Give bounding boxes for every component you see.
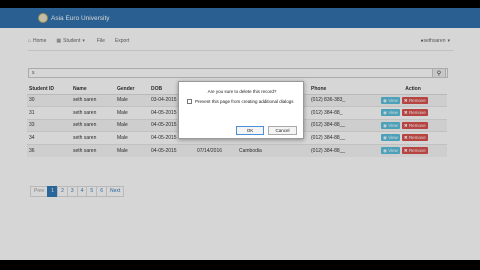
prevent-dialogs-checkbox[interactable]: Prevent this page from creating addition… — [187, 99, 294, 104]
letterbox-top — [0, 0, 480, 8]
checkbox-label: Prevent this page from creating addition… — [195, 99, 294, 104]
browser-page: Asia Euro University ⌂ Home ▦ Student ▾ … — [0, 8, 480, 260]
confirm-dialog: Are you sure to delete this record? Prev… — [178, 81, 304, 139]
cancel-button[interactable]: Cancel — [268, 126, 297, 135]
letterbox-bottom — [0, 260, 480, 270]
ok-button[interactable]: OK — [236, 126, 264, 135]
checkbox-box[interactable] — [187, 99, 192, 104]
dialog-message: Are you sure to delete this record? — [207, 89, 277, 94]
